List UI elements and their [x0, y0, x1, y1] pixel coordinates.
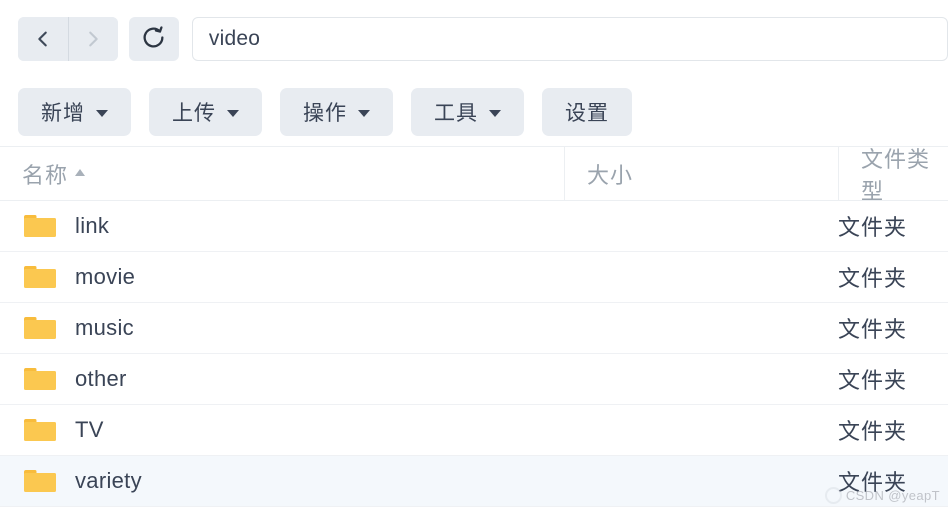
chevron-down-icon: [489, 110, 501, 117]
table-header-row: 名称 大小 文件类型: [0, 146, 948, 204]
table-row[interactable]: variety 文件夹: [0, 456, 948, 507]
chevron-right-icon: [82, 28, 104, 50]
file-name[interactable]: variety: [75, 468, 142, 494]
tools-button-label: 工具: [434, 102, 478, 125]
actions-button[interactable]: 操作: [280, 88, 393, 136]
cell-type: 文件夹: [838, 368, 908, 393]
cell-name: variety: [0, 468, 564, 494]
folder-icon: [24, 417, 56, 443]
address-bar[interactable]: video: [191, 17, 948, 61]
cell-name: music: [0, 315, 564, 341]
reload-icon: [141, 25, 166, 53]
folder-icon: [24, 315, 56, 341]
folder-icon: [24, 264, 56, 290]
settings-button[interactable]: 设置: [542, 88, 632, 136]
table-body: link 文件夹 movie 文件夹 music 文件夹 other 文件夹 TV 文件夹 vari…: [0, 201, 948, 507]
cell-type: 文件夹: [838, 317, 908, 342]
navigation-bar: video: [0, 0, 948, 78]
table-row[interactable]: music 文件夹: [0, 303, 948, 354]
address-value: video: [208, 27, 261, 50]
chevron-left-icon: [32, 28, 54, 50]
file-name[interactable]: TV: [75, 417, 104, 443]
column-header-name-label: 名称: [22, 162, 69, 188]
new-button[interactable]: 新增: [18, 88, 131, 136]
column-header-size[interactable]: 大小: [564, 147, 838, 200]
file-name[interactable]: movie: [75, 264, 135, 290]
chevron-down-icon: [358, 110, 370, 117]
chevron-down-icon: [227, 110, 239, 117]
back-button[interactable]: [18, 17, 68, 61]
upload-button[interactable]: 上传: [149, 88, 262, 136]
table-row[interactable]: link 文件夹: [0, 201, 948, 252]
cell-name: other: [0, 366, 564, 392]
cell-type: 文件夹: [838, 419, 908, 444]
folder-icon: [24, 468, 56, 494]
chevron-down-icon: [96, 110, 108, 117]
file-table: 名称 大小 文件类型 link 文件夹 movie 文件夹 music 文件夹 other 文…: [0, 146, 948, 507]
cell-type: 文件夹: [838, 266, 908, 291]
cell-type: 文件夹: [838, 215, 908, 240]
file-name[interactable]: music: [75, 315, 134, 341]
table-row[interactable]: movie 文件夹: [0, 252, 948, 303]
column-header-type-label: 文件类型: [861, 146, 931, 204]
toolbar: 新增 上传 操作 工具 设置: [0, 78, 948, 146]
actions-button-label: 操作: [303, 102, 347, 125]
column-header-type[interactable]: 文件类型: [838, 147, 948, 204]
reload-button[interactable]: [128, 17, 179, 61]
cell-name: movie: [0, 264, 564, 290]
settings-button-label: 设置: [565, 102, 609, 125]
sort-ascending-icon: [75, 169, 86, 176]
cell-name: link: [0, 213, 564, 239]
file-name[interactable]: other: [75, 366, 127, 392]
upload-button-label: 上传: [172, 102, 216, 125]
folder-icon: [24, 213, 56, 239]
table-row[interactable]: TV 文件夹: [0, 405, 948, 456]
file-manager-window: video 新增 上传 操作 工具 设置 名称 大小 文件类型 link 文件夹…: [0, 0, 948, 510]
tools-button[interactable]: 工具: [411, 88, 524, 136]
cell-type: 文件夹: [838, 470, 908, 495]
nav-history-group: [18, 17, 118, 61]
folder-icon: [24, 366, 56, 392]
new-button-label: 新增: [41, 102, 85, 125]
column-header-name[interactable]: 名称: [0, 147, 564, 200]
table-row[interactable]: other 文件夹: [0, 354, 948, 405]
forward-button[interactable]: [67, 17, 118, 61]
file-name[interactable]: link: [75, 213, 109, 239]
column-header-size-label: 大小: [587, 162, 634, 188]
cell-name: TV: [0, 417, 564, 443]
